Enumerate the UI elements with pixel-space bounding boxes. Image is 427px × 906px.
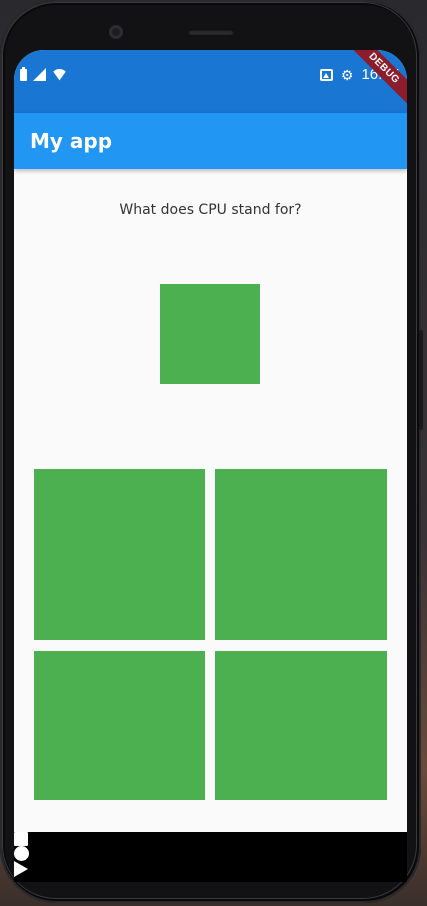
answer-tile-4[interactable] bbox=[215, 651, 387, 800]
status-bar: ⚙ 16:47 bbox=[14, 50, 407, 113]
gallery-icon bbox=[319, 68, 333, 81]
question-image-placeholder bbox=[160, 284, 260, 384]
front-camera bbox=[109, 25, 123, 39]
navigation-bar bbox=[14, 832, 407, 882]
power-button[interactable] bbox=[419, 330, 423, 430]
answer-tile-3[interactable] bbox=[34, 651, 205, 800]
wifi-icon bbox=[52, 69, 67, 81]
play-triangle-icon[interactable] bbox=[14, 861, 28, 877]
signal-icon bbox=[33, 68, 46, 81]
battery-icon bbox=[20, 66, 27, 81]
question-text: What does CPU stand for? bbox=[119, 202, 302, 218]
settings-icon: ⚙ bbox=[340, 66, 354, 83]
answer-tile-2[interactable] bbox=[215, 469, 387, 640]
status-left-icons bbox=[20, 66, 67, 81]
app-bar: My app bbox=[14, 113, 407, 169]
earpiece-speaker bbox=[188, 29, 234, 35]
square-nav-icon[interactable] bbox=[14, 832, 28, 846]
phone-frame: ⚙ 16:47 DEBUG My app What does CPU stand… bbox=[0, 0, 423, 903]
app-screen: ⚙ 16:47 DEBUG My app What does CPU stand… bbox=[14, 50, 407, 882]
app-title: My app bbox=[30, 129, 113, 153]
answer-tile-1[interactable] bbox=[34, 469, 205, 640]
home-circle-icon[interactable] bbox=[14, 846, 29, 861]
